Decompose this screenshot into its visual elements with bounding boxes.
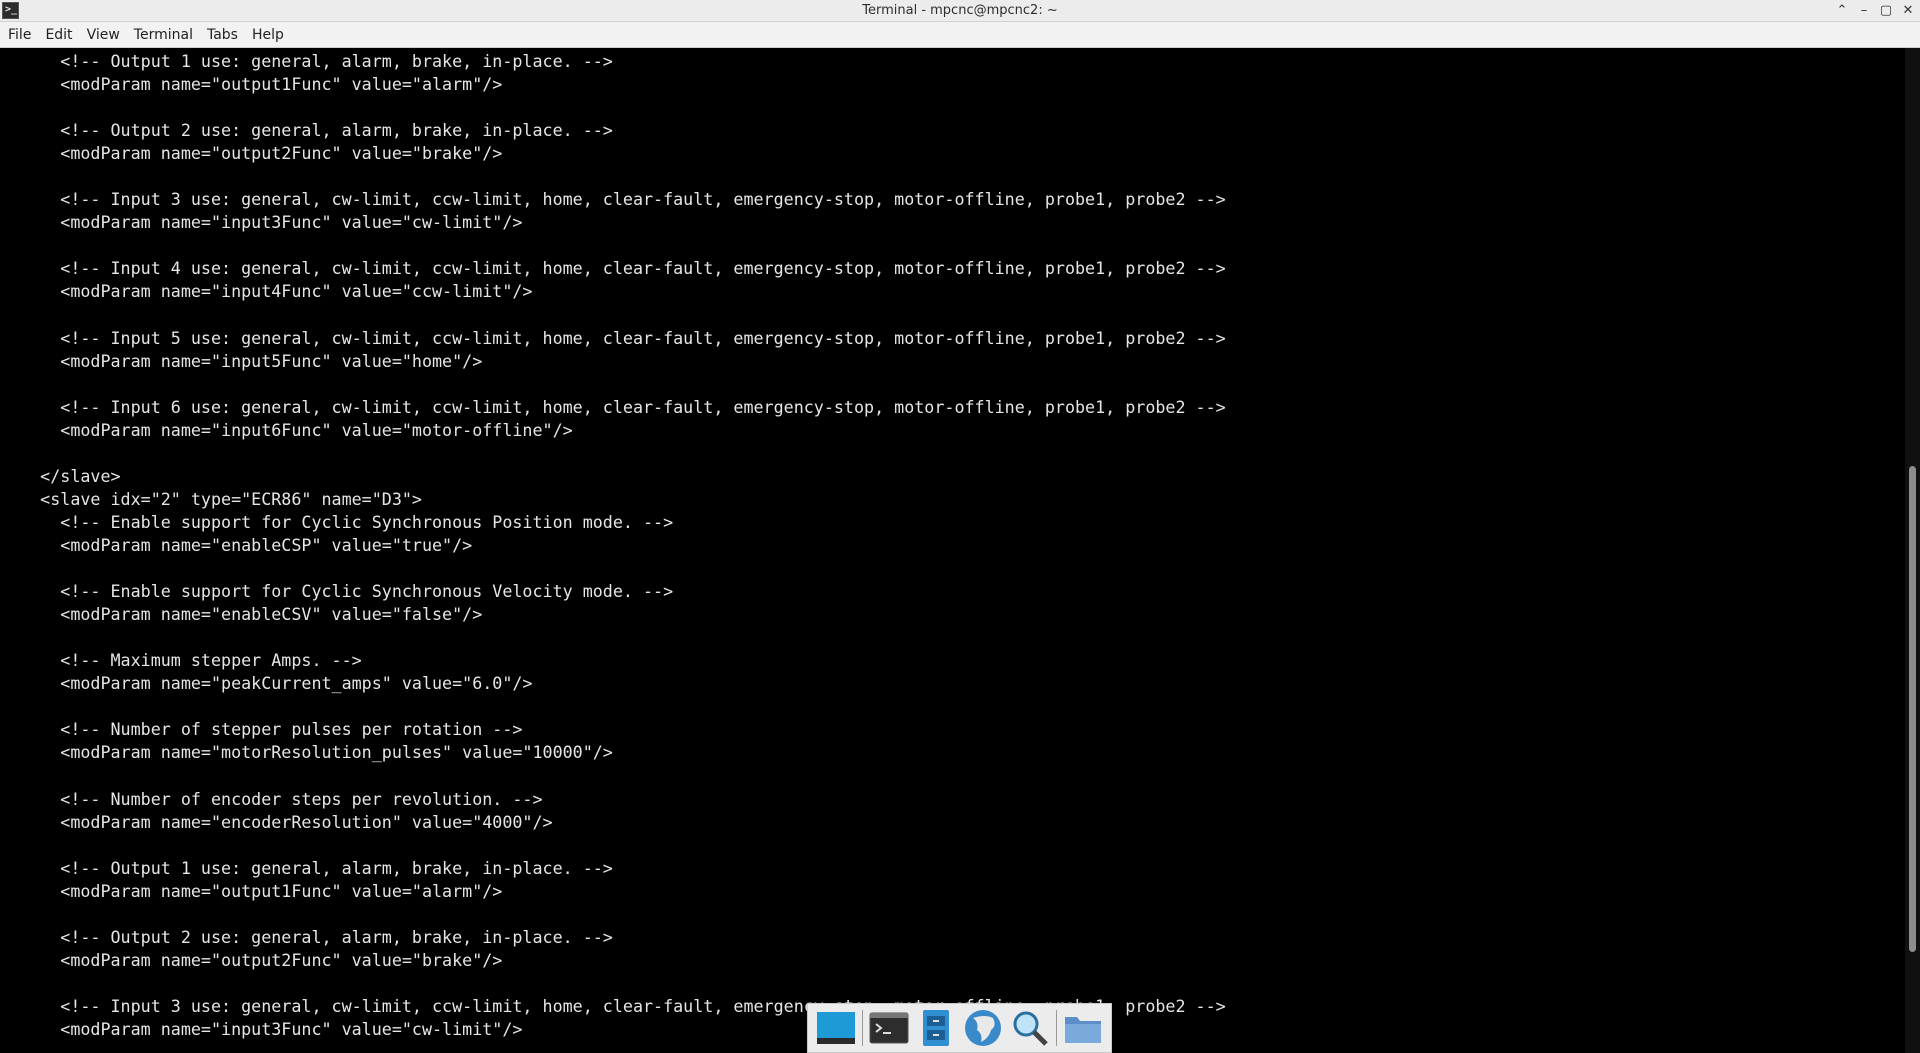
dock-separator — [861, 1010, 863, 1046]
terminal-text: <!-- Output 1 use: general, alarm, brake… — [40, 51, 1226, 1039]
terminal-output[interactable]: <!-- Output 1 use: general, alarm, brake… — [0, 48, 1905, 1053]
shade-window-icon[interactable]: ⌃ — [1834, 3, 1850, 19]
folder-icon[interactable] — [1062, 1007, 1104, 1049]
file-manager-icon[interactable] — [915, 1007, 957, 1049]
menu-file[interactable]: File — [0, 22, 38, 48]
window-controls: ⌃ – ▢ ✕ — [1834, 0, 1916, 22]
maximize-window-icon[interactable]: ▢ — [1878, 3, 1894, 19]
vertical-scrollbar[interactable] — [1905, 48, 1920, 1053]
dock-panel — [807, 1003, 1112, 1053]
dock-separator — [1056, 1010, 1058, 1046]
menu-edit[interactable]: Edit — [38, 22, 79, 48]
app-finder-icon[interactable] — [1009, 1007, 1051, 1049]
window-titlebar[interactable]: >_ Terminal - mpcnc@mpcnc2: ~ ⌃ – ▢ ✕ — [0, 0, 1920, 22]
menu-view[interactable]: View — [80, 22, 127, 48]
close-window-icon[interactable]: ✕ — [1900, 3, 1916, 19]
menu-terminal[interactable]: Terminal — [127, 22, 200, 48]
show-desktop-icon[interactable] — [815, 1007, 857, 1049]
minimize-window-icon[interactable]: – — [1856, 3, 1872, 19]
terminal-icon[interactable] — [868, 1007, 910, 1049]
window-title: Terminal - mpcnc@mpcnc2: ~ — [862, 3, 1058, 18]
web-browser-icon[interactable] — [962, 1007, 1004, 1049]
menu-tabs[interactable]: Tabs — [200, 22, 245, 48]
menu-bar: File Edit View Terminal Tabs Help — [0, 22, 1920, 48]
menu-help[interactable]: Help — [245, 22, 291, 48]
scrollbar-thumb[interactable] — [1909, 466, 1916, 952]
